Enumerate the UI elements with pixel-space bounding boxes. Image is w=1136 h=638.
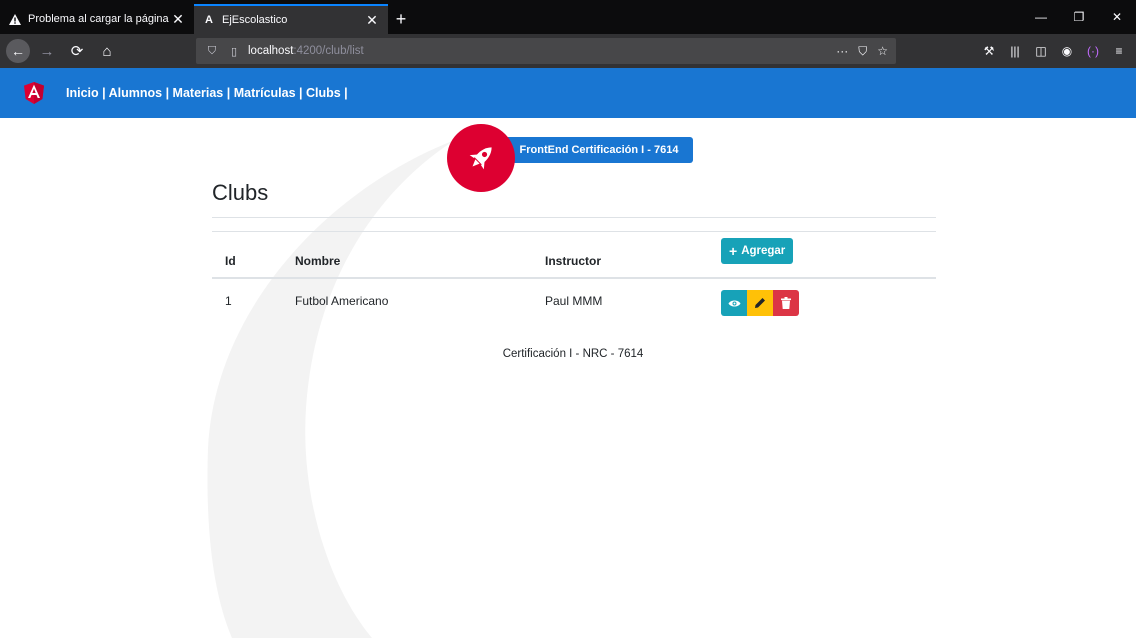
pocket-icon[interactable]: ⛉: [858, 44, 867, 59]
rocket-icon: [469, 147, 492, 170]
trash-icon: [781, 297, 791, 309]
close-window-icon[interactable]: ✕: [1098, 0, 1136, 34]
plus-icon: +: [729, 243, 738, 259]
bookmark-star-icon[interactable]: ☆: [877, 44, 888, 59]
url-host: localhost: [248, 45, 294, 57]
tab-title: Problema al cargar la página: [28, 13, 169, 25]
angular-icon: A: [205, 14, 213, 26]
browser-tab-bar: Problema al cargar la página ✕ A EjEscol…: [0, 0, 1136, 34]
home-icon[interactable]: ⌂: [94, 38, 120, 64]
certification-label: FrontEnd Certificación I - 7614: [519, 144, 679, 156]
library-icon[interactable]: |||: [1004, 40, 1026, 62]
tab-ejescolastico[interactable]: A EjEscolastico ✕: [194, 4, 388, 34]
menu-icon[interactable]: ≡: [1108, 40, 1130, 62]
close-icon[interactable]: ✕: [364, 12, 380, 29]
edit-button[interactable]: [747, 290, 773, 316]
back-button[interactable]: ←: [6, 39, 30, 63]
restore-icon[interactable]: ❐: [1060, 0, 1098, 34]
clubs-table: Id Nombre Instructor + Agregar 1 Futbol …: [212, 231, 936, 323]
tab-problem[interactable]: Problema al cargar la página ✕: [0, 4, 194, 34]
angular-logo-icon: [24, 82, 44, 104]
header-actions: + Agregar: [709, 238, 936, 264]
divider: [212, 217, 936, 218]
table-header-row: Id Nombre Instructor + Agregar: [212, 232, 936, 279]
browser-nav-bar: ← → ⟳ ⌂ ⛉ ▯ localhost:4200/club/list ···…: [0, 34, 1136, 68]
window-controls: — ❐ ✕: [1022, 0, 1136, 34]
reload-icon[interactable]: ⟳: [64, 38, 90, 64]
background-swirl: [207, 140, 455, 638]
main-nav[interactable]: Inicio | Alumnos | Materias | Matrículas…: [66, 86, 348, 100]
close-icon[interactable]: ✕: [170, 11, 186, 28]
page-icon[interactable]: ▯: [226, 45, 242, 58]
cell-instructor: Paul MMM: [545, 294, 603, 308]
row-actions: [721, 290, 799, 316]
cell-actions: [709, 286, 936, 316]
footer-text: Certificación I - NRC - 7614: [502, 348, 644, 360]
browser-toolbar: ⚒ ||| ◫ ◉ (·) ≡: [978, 34, 1130, 68]
account-icon[interactable]: ◉: [1056, 40, 1078, 62]
forward-button[interactable]: →: [34, 38, 60, 64]
view-button[interactable]: [721, 290, 747, 316]
extension-icon[interactable]: (·): [1082, 40, 1104, 62]
pencil-icon: [755, 298, 765, 308]
header-instructor: Instructor: [545, 253, 602, 268]
sidebar-icon[interactable]: ◫: [1030, 40, 1052, 62]
certification-badge: FrontEnd Certificación I - 7614: [505, 137, 693, 163]
url-bar[interactable]: ⛉ ▯ localhost:4200/club/list ··· ⛉ ☆: [196, 38, 896, 64]
delete-button[interactable]: [773, 290, 799, 316]
minimize-icon[interactable]: —: [1022, 0, 1060, 34]
rocket-badge: [447, 124, 515, 192]
header-id: Id: [225, 253, 236, 268]
page-title: Clubs: [212, 180, 269, 205]
more-icon[interactable]: ···: [836, 44, 848, 59]
new-tab-button[interactable]: +: [388, 4, 414, 34]
add-button[interactable]: + Agregar: [721, 238, 794, 264]
nav-links[interactable]: Inicio | Alumnos | Materias | Matrículas…: [66, 86, 348, 100]
wrench-icon[interactable]: ⚒: [978, 40, 1000, 62]
url-path: :4200/club/list: [293, 45, 364, 57]
app-header: Inicio | Alumnos | Materias | Matrículas…: [0, 68, 1136, 118]
header-nombre: Nombre: [295, 253, 341, 268]
table-row: 1 Futbol Americano Paul MMM: [212, 279, 936, 323]
shield-icon[interactable]: ⛉: [204, 45, 220, 58]
eye-icon: [728, 300, 740, 306]
warning-icon: [8, 12, 22, 26]
tab-title: EjEscolastico: [222, 14, 288, 26]
add-button-label: Agregar: [741, 245, 786, 257]
cell-nombre: Futbol Americano: [295, 294, 389, 308]
cell-id: 1: [225, 294, 232, 308]
